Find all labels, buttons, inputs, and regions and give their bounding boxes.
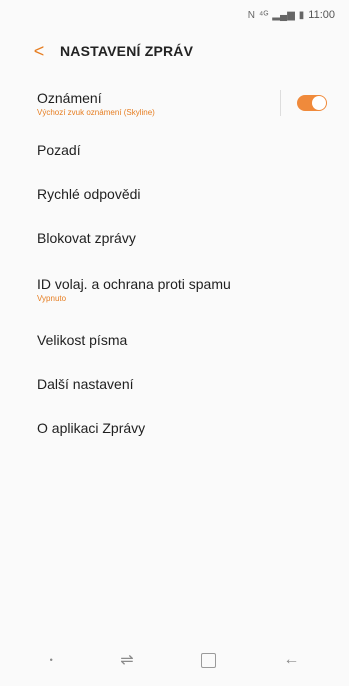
notifications-toggle[interactable] [297, 95, 327, 111]
setting-font-size[interactable]: Velikost písma [0, 318, 349, 362]
navigation-bar: • ⇌ ← [0, 634, 349, 686]
page-title: NASTAVENÍ ZPRÁV [60, 43, 194, 59]
settings-list: Oznámení Výchozí zvuk oznámení (Skyline)… [0, 78, 349, 450]
chevron-left-icon: < [33, 40, 45, 61]
status-bar: N ⁴ᴳ ▂▄▆ ▮ 11:00 [0, 0, 349, 30]
setting-notifications[interactable]: Oznámení Výchozí zvuk oznámení (Skyline) [0, 78, 349, 128]
status-time: 11:00 [308, 9, 335, 21]
divider [280, 90, 281, 116]
setting-label: Oznámení [37, 89, 102, 106]
app-header: < NASTAVENÍ ZPRÁV [0, 30, 349, 72]
setting-quick-replies[interactable]: Rychlé odpovědi [0, 172, 349, 216]
setting-more-settings[interactable]: Další nastavení [0, 362, 349, 406]
lte-icon: ⁴ᴳ [259, 9, 269, 21]
setting-about-app[interactable]: O aplikaci Zprávy [0, 406, 349, 450]
setting-label: O aplikaci Zprávy [37, 420, 146, 436]
back-button[interactable]: < [22, 30, 56, 72]
setting-label: Velikost písma [37, 332, 128, 348]
setting-label: Další nastavení [37, 376, 134, 392]
dot-icon[interactable]: • [50, 655, 53, 665]
setting-label: Rychlé odpovědi [37, 186, 141, 202]
signal-icon: ▂▄▆ [272, 9, 295, 21]
setting-label: ID volaj. a ochrana proti spamu [37, 275, 231, 292]
setting-block-messages[interactable]: Blokovat zprávy [0, 216, 349, 260]
setting-label: Pozadí [37, 142, 81, 158]
battery-icon: ▮ [298, 9, 305, 21]
nfc-icon: N [247, 9, 256, 21]
setting-sublabel: Vypnuto [37, 293, 67, 303]
setting-background[interactable]: Pozadí [0, 128, 349, 172]
recents-icon[interactable]: ⇌ [120, 650, 133, 670]
setting-caller-id-spam[interactable]: ID volaj. a ochrana proti spamu Vypnuto [0, 260, 349, 318]
setting-label: Blokovat zprávy [37, 230, 136, 246]
setting-sublabel: Výchozí zvuk oznámení (Skyline) [37, 107, 155, 117]
toggle-wrap [280, 90, 327, 116]
back-icon[interactable]: ← [283, 651, 299, 669]
toggle-knob [312, 96, 326, 110]
home-icon[interactable] [200, 652, 216, 668]
